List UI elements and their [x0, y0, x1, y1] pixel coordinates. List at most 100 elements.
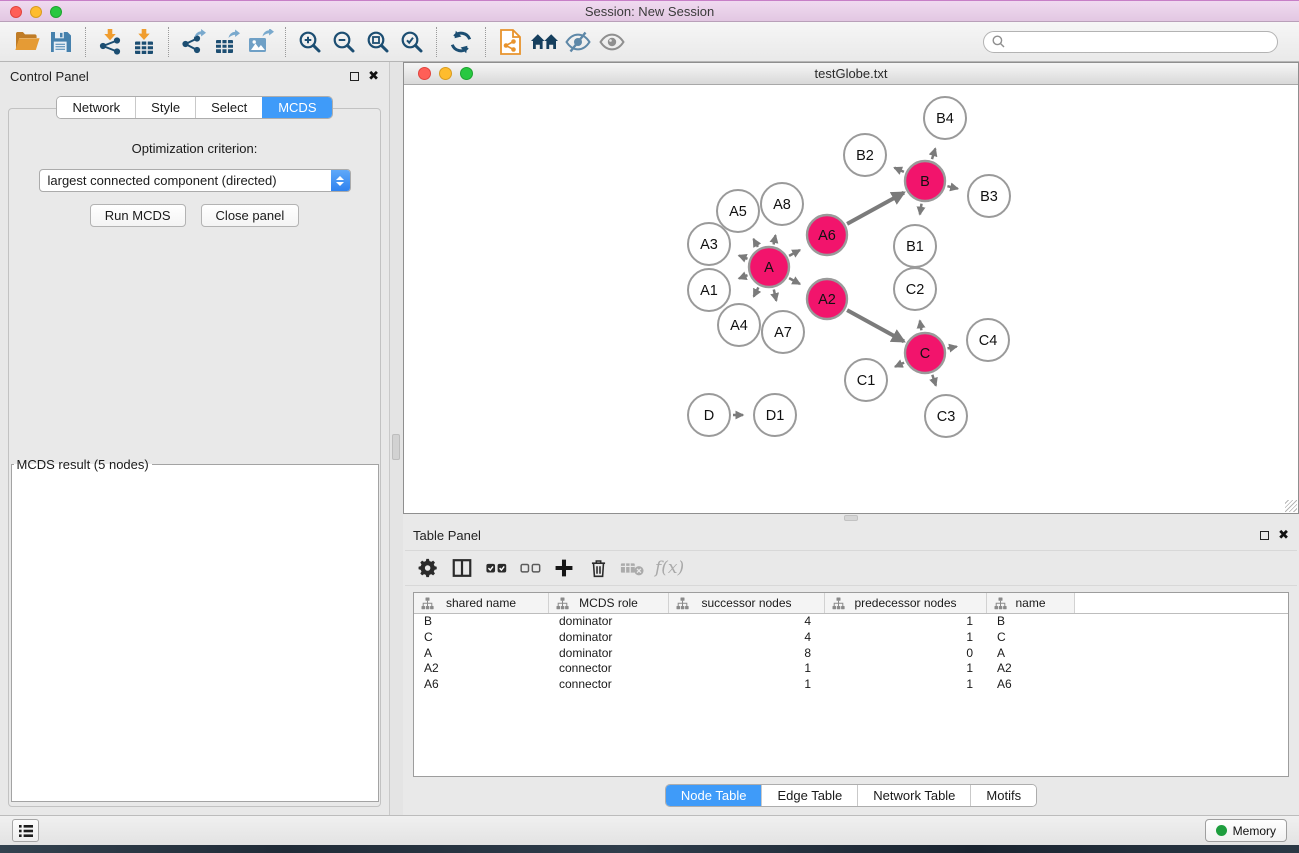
network-node-D[interactable]: D: [688, 394, 730, 436]
network-edge-A-A7[interactable]: [774, 290, 777, 301]
network-node-C3[interactable]: C3: [925, 395, 967, 437]
open-network-file-icon[interactable]: [493, 26, 527, 58]
open-session-icon[interactable]: [10, 26, 44, 58]
float-panel-icon[interactable]: [1260, 531, 1269, 540]
cell-name[interactable]: C: [987, 630, 1075, 644]
cell-predecessor-nodes[interactable]: 1: [825, 661, 987, 675]
cell-MCDS-role[interactable]: dominator: [549, 630, 669, 644]
zoom-out-icon[interactable]: [327, 26, 361, 58]
network-edge-A-A5[interactable]: [754, 239, 758, 247]
tab-network-table[interactable]: Network Table: [857, 785, 970, 806]
cell-predecessor-nodes[interactable]: 0: [825, 646, 987, 660]
criterion-dropdown[interactable]: largest connected component (directed): [39, 169, 351, 192]
network-edge-C-C4[interactable]: [948, 347, 957, 349]
import-table-icon[interactable]: [127, 26, 161, 58]
select-all-icon[interactable]: [481, 553, 511, 583]
network-edge-A-A1[interactable]: [739, 275, 748, 278]
cell-shared-name[interactable]: A6: [414, 677, 549, 691]
cell-name[interactable]: A6: [987, 677, 1075, 691]
minimize-window-button[interactable]: [30, 6, 42, 18]
network-edge-C-C3[interactable]: [932, 375, 936, 386]
memory-button[interactable]: Memory: [1205, 819, 1287, 842]
delete-table-icon[interactable]: [617, 553, 647, 583]
cell-predecessor-nodes[interactable]: 1: [825, 614, 987, 628]
network-edge-B-B2[interactable]: [894, 168, 904, 172]
network-edge-B-B1[interactable]: [920, 204, 922, 215]
float-panel-icon[interactable]: [350, 72, 359, 81]
network-edge-A-A3[interactable]: [739, 256, 748, 259]
table-settings-icon[interactable]: [413, 553, 443, 583]
column-header-shared-name[interactable]: shared name: [414, 593, 549, 613]
close-panel-icon[interactable]: ✖: [368, 70, 379, 83]
cell-successor-nodes[interactable]: 1: [669, 677, 825, 691]
network-node-A5[interactable]: A5: [717, 190, 759, 232]
export-image-icon[interactable]: [244, 26, 278, 58]
close-window-button[interactable]: [10, 6, 22, 18]
cell-shared-name[interactable]: A: [414, 646, 549, 660]
network-maximize-button[interactable]: [460, 67, 473, 80]
column-header-MCDS-role[interactable]: MCDS role: [549, 593, 669, 613]
cell-name[interactable]: A: [987, 646, 1075, 660]
horizontal-split-divider[interactable]: [403, 514, 1299, 522]
zoom-fit-icon[interactable]: [361, 26, 395, 58]
network-edge-A-A6[interactable]: [789, 250, 800, 256]
export-table-icon[interactable]: [210, 26, 244, 58]
divider-handle[interactable]: [392, 434, 400, 460]
table-row[interactable]: Bdominator41B: [414, 614, 1288, 630]
close-panel-icon[interactable]: ✖: [1278, 529, 1289, 542]
cell-predecessor-nodes[interactable]: 1: [825, 677, 987, 691]
cell-MCDS-role[interactable]: connector: [549, 677, 669, 691]
network-node-C1[interactable]: C1: [845, 359, 887, 401]
network-node-B[interactable]: B: [905, 161, 945, 201]
delete-column-icon[interactable]: [583, 553, 613, 583]
network-node-B1[interactable]: B1: [894, 225, 936, 267]
cell-MCDS-role[interactable]: connector: [549, 661, 669, 675]
unselect-all-icon[interactable]: [515, 553, 545, 583]
table-row[interactable]: A6connector11A6: [414, 676, 1288, 692]
cell-shared-name[interactable]: A2: [414, 661, 549, 675]
cell-predecessor-nodes[interactable]: 1: [825, 630, 987, 644]
add-column-icon[interactable]: [549, 553, 579, 583]
tab-select[interactable]: Select: [195, 97, 262, 118]
vertical-split-divider[interactable]: [390, 62, 403, 815]
import-network-icon[interactable]: [93, 26, 127, 58]
tab-node-table[interactable]: Node Table: [666, 785, 762, 806]
cell-successor-nodes[interactable]: 1: [669, 661, 825, 675]
tab-edge-table[interactable]: Edge Table: [761, 785, 857, 806]
function-builder-icon[interactable]: f(x): [651, 558, 688, 578]
network-node-A4[interactable]: A4: [718, 304, 760, 346]
run-mcds-button[interactable]: Run MCDS: [90, 204, 186, 227]
network-node-C2[interactable]: C2: [894, 268, 936, 310]
cell-successor-nodes[interactable]: 4: [669, 614, 825, 628]
network-node-B2[interactable]: B2: [844, 134, 886, 176]
cell-MCDS-role[interactable]: dominator: [549, 614, 669, 628]
cell-name[interactable]: B: [987, 614, 1075, 628]
network-node-A8[interactable]: A8: [761, 183, 803, 225]
maximize-window-button[interactable]: [50, 6, 62, 18]
network-node-C[interactable]: C: [905, 333, 945, 373]
network-minimize-button[interactable]: [439, 67, 452, 80]
search-input[interactable]: [1010, 35, 1269, 49]
column-header-name[interactable]: name: [987, 593, 1075, 613]
hide-selected-icon[interactable]: [561, 26, 595, 58]
close-panel-button[interactable]: Close panel: [201, 204, 300, 227]
task-status-button[interactable]: [12, 819, 39, 842]
resize-grip[interactable]: [1285, 500, 1297, 512]
network-search-box[interactable]: [983, 31, 1278, 53]
tab-mcds[interactable]: MCDS: [262, 97, 331, 118]
column-header-predecessor-nodes[interactable]: predecessor nodes: [825, 593, 987, 613]
network-edge-B-B3[interactable]: [947, 186, 957, 189]
show-all-networks-icon[interactable]: [527, 26, 561, 58]
column-browser-icon[interactable]: [447, 553, 477, 583]
network-node-A7[interactable]: A7: [762, 311, 804, 353]
network-edge-C-C1[interactable]: [895, 363, 904, 367]
network-edge-A-A2[interactable]: [789, 278, 800, 284]
network-edge-A2-C[interactable]: [847, 310, 904, 341]
table-row[interactable]: Adominator80A: [414, 645, 1288, 661]
network-node-A6[interactable]: A6: [807, 215, 847, 255]
tab-network[interactable]: Network: [57, 97, 135, 118]
network-edge-A-A4[interactable]: [754, 287, 759, 296]
network-canvas[interactable]: B4B2BB3A8A5A6A3B1AA1C2A2A4A7C4CC1C3DD1: [404, 85, 1298, 513]
network-node-D1[interactable]: D1: [754, 394, 796, 436]
network-edge-A6-B[interactable]: [847, 193, 904, 224]
